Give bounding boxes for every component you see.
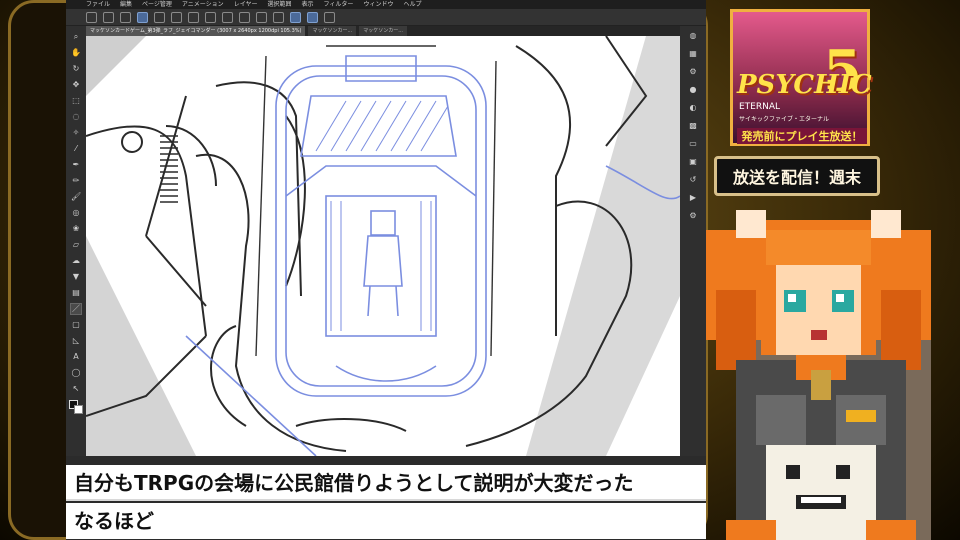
history-icon[interactable]: ↺ — [688, 174, 699, 185]
sub-color-swatch[interactable] — [74, 405, 83, 414]
brush-tool-icon[interactable]: 🖌 — [71, 192, 81, 202]
lasso-tool-icon[interactable]: ◌ — [71, 112, 81, 122]
text-tool-icon[interactable]: A — [71, 352, 81, 362]
properties-icon[interactable]: ⚙ — [688, 66, 699, 77]
menu-item[interactable]: 編集 — [120, 0, 132, 9]
open-file-button[interactable] — [103, 11, 114, 23]
frame-tool-icon[interactable]: ▢ — [71, 320, 81, 330]
stream-side-panel: 5 PSYCHIC ETERNAL サイキックファイブ・エターナル 発売前にプレ… — [706, 0, 960, 540]
flip-button[interactable] — [290, 11, 301, 23]
ruler-tool-icon[interactable]: ◺ — [71, 336, 81, 346]
scrolling-ticker: 放送を配信！週末 — [714, 156, 880, 196]
hand-tool-icon[interactable]: ✋ — [71, 48, 81, 58]
undo-button[interactable] — [137, 11, 148, 23]
eyedropper-icon[interactable]: ⁄ — [71, 144, 81, 154]
palette-dock: ◍ ▦ ⚙ ● ◐ ▩ ▭ ▣ ↺ ▶ ⚙ — [680, 26, 706, 456]
document-tab[interactable]: マッケソンカー... — [359, 26, 408, 36]
menu-item[interactable]: ヘルプ — [403, 0, 421, 9]
document-tab[interactable]: マッケソンカー... — [308, 26, 357, 36]
menu-item[interactable]: 選択範囲 — [268, 0, 292, 9]
document-tab-bar: マッケソンカードゲーム_第3弾_ラフ_ジェイコマンダー (3007 x 2640… — [86, 26, 686, 36]
new-file-button[interactable] — [86, 11, 97, 23]
menu-item[interactable]: ページ管理 — [142, 0, 172, 9]
chat-comment-1: 自分もTRPGの会場に公民館借りようとして説明が大変だった — [66, 465, 706, 501]
decoration-tool-icon[interactable]: ❀ — [71, 224, 81, 234]
zoom-tool-icon[interactable]: ⌕ — [71, 32, 81, 42]
color-wheel-icon[interactable]: ◐ — [688, 102, 699, 113]
correct-line-tool-icon[interactable]: ↖ — [71, 384, 81, 394]
snap-grid-button[interactable] — [273, 11, 284, 23]
blend-tool-icon[interactable]: ☁ — [71, 256, 81, 266]
material-icon[interactable]: ▣ — [688, 156, 699, 167]
pencil-tool-icon[interactable]: ✏ — [71, 176, 81, 186]
magic-wand-icon[interactable]: ✧ — [71, 128, 81, 138]
pixel-avatar — [706, 200, 931, 540]
save-button[interactable] — [120, 11, 131, 23]
eraser-tool-icon[interactable]: ▱ — [71, 240, 81, 250]
paint-app-window: ファイル 編集 ページ管理 アニメーション レイヤー 選択範囲 表示 フィルター ウィンドウ ヘル… — [66, 0, 706, 540]
settings-icon[interactable]: ⚙ — [688, 210, 699, 221]
sketch-artwork — [86, 36, 680, 456]
drawing-canvas[interactable] — [86, 36, 680, 456]
fill-button[interactable] — [188, 11, 199, 23]
chat-comment-overlay: 自分もTRPGの会場に公民館借りようとして説明が大変だった なるほど — [66, 465, 706, 540]
airbrush-tool-icon[interactable]: ◎ — [71, 208, 81, 218]
deselect-button[interactable] — [222, 11, 233, 23]
document-tab[interactable]: マッケソンカードゲーム_第3弾_ラフ_ジェイコマンダー (3007 x 2640… — [86, 26, 306, 36]
menu-item[interactable]: 表示 — [302, 0, 314, 9]
pen-tool-icon[interactable]: ✒ — [71, 160, 81, 170]
avatar-illustration — [706, 210, 931, 540]
fill-tool-icon[interactable]: ▼ — [71, 272, 81, 282]
navigator-icon[interactable]: ◍ — [688, 30, 699, 41]
chat-comment-2: なるほど — [66, 503, 706, 539]
menu-item[interactable]: ウィンドウ — [363, 0, 393, 9]
layers-icon[interactable]: ▦ — [688, 48, 699, 59]
game-promo-banner: 5 PSYCHIC ETERNAL サイキックファイブ・エターナル 発売前にプレ… — [730, 9, 872, 146]
promo-title: PSYCHIC — [737, 70, 872, 100]
move-tool-icon[interactable]: ✥ — [71, 80, 81, 90]
command-bar — [66, 9, 706, 26]
menu-item[interactable]: フィルター — [324, 0, 354, 9]
clear-button[interactable] — [171, 11, 182, 23]
snap-ruler-button[interactable] — [256, 11, 267, 23]
promo-caption: 発売前にプレイ生放送！ — [737, 128, 867, 144]
color-set-icon[interactable]: ▩ — [688, 120, 699, 131]
figure-tool-icon[interactable]: ／ — [70, 303, 82, 315]
select-tool-icon[interactable]: ⬚ — [71, 96, 81, 106]
redo-button[interactable] — [154, 11, 165, 23]
menu-bar: ファイル 編集 ページ管理 アニメーション レイヤー 選択範囲 表示 フィルター ウィンドウ ヘル… — [66, 0, 706, 9]
brush-size-icon[interactable]: ● — [688, 84, 699, 95]
menu-item[interactable]: アニメーション — [182, 0, 224, 9]
promo-kana: サイキックファイブ・エターナル — [739, 116, 830, 123]
rotate-button[interactable] — [307, 11, 318, 23]
tool-palette: ⌕ ✋ ↻ ✥ ⬚ ◌ ✧ ⁄ ✒ ✏ 🖌 ◎ ❀ ▱ ☁ ▼ ▤ ／ ▢ ◺ A ◯ ↖ — [66, 26, 86, 456]
sub-view-icon[interactable]: ▭ — [688, 138, 699, 149]
menu-item[interactable]: ファイル — [86, 0, 110, 9]
ticker-text: 放送を配信！週末 — [732, 168, 861, 187]
balloon-tool-icon[interactable]: ◯ — [71, 368, 81, 378]
gradient-tool-icon[interactable]: ▤ — [71, 288, 81, 298]
settings-button[interactable] — [324, 11, 335, 23]
menu-item[interactable]: レイヤー — [234, 0, 258, 9]
transform-button[interactable] — [205, 11, 216, 23]
auto-actions-icon[interactable]: ▶ — [688, 192, 699, 203]
invert-selection-button[interactable] — [239, 11, 250, 23]
rotate-tool-icon[interactable]: ↻ — [71, 64, 81, 74]
color-swatch[interactable] — [69, 400, 83, 414]
promo-subtitle: ETERNAL — [739, 102, 781, 112]
